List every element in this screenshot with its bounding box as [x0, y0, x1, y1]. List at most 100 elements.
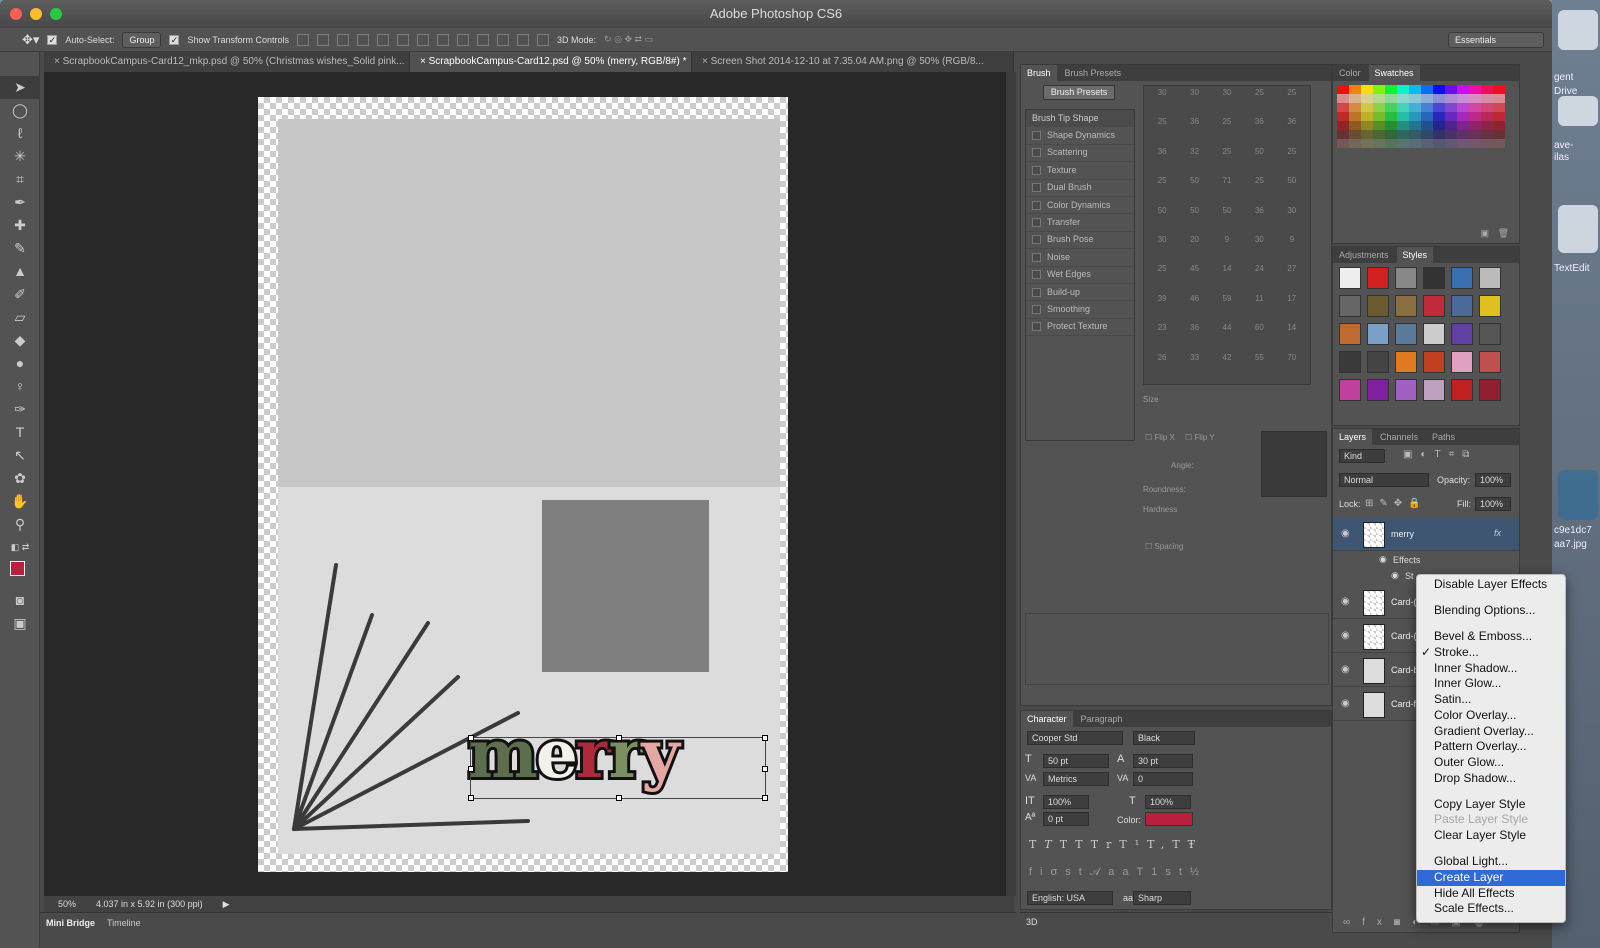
distribute-bottom-icon[interactable] [457, 33, 470, 46]
menu-item-stroke[interactable]: ✓ Stroke... [1417, 645, 1565, 661]
fill-field[interactable]: 100% [1475, 497, 1511, 511]
brush-tip[interactable]: 33 [1178, 353, 1210, 367]
brush-presets-button[interactable]: Brush Presets [1043, 85, 1115, 100]
blur-tool-icon[interactable]: ● [0, 352, 40, 375]
swatch[interactable] [1397, 103, 1409, 112]
effects-eye-icon[interactable]: ◉ [1379, 554, 1387, 565]
brush-option-item[interactable]: Transfer [1026, 214, 1134, 232]
brush-tip[interactable]: 25 [1146, 176, 1178, 190]
brush-tip[interactable]: 36 [1178, 117, 1210, 131]
tab-brush[interactable]: Brush [1021, 65, 1057, 81]
brush-tip[interactable]: 14 [1276, 323, 1308, 337]
swatch[interactable] [1409, 85, 1421, 94]
swatch[interactable] [1481, 139, 1493, 148]
swatch[interactable] [1337, 94, 1349, 103]
swatch[interactable] [1385, 112, 1397, 121]
3d-rotate-icon[interactable]: ↻ ◎ ✥ ⇄ ▭ [604, 34, 653, 45]
brush-tip-grid[interactable]: 30 30 30 25 25 25 36 25 36 36 36 32 25 50 25 25 50 71 2… [1143, 85, 1311, 385]
zoom-level[interactable]: 50% [58, 899, 76, 909]
brush-tip[interactable]: 36 [1243, 117, 1275, 131]
vertical-scale-field[interactable]: 100% [1043, 795, 1089, 809]
style-preset[interactable] [1395, 267, 1417, 289]
swatch[interactable] [1421, 103, 1433, 112]
brush-tip[interactable]: 25 [1146, 117, 1178, 131]
brush-option-checkbox[interactable] [1032, 183, 1041, 193]
swatch[interactable] [1445, 112, 1457, 121]
new-swatch-icon[interactable]: ▣ [1480, 228, 1489, 239]
doc-tab-card12[interactable]: × ScrapbookCampus-Card12.psd @ 50% (merr… [410, 52, 692, 72]
swatch[interactable] [1493, 85, 1505, 94]
transform-handle[interactable] [468, 795, 474, 801]
swatch[interactable] [1469, 121, 1481, 130]
swatch[interactable] [1433, 121, 1445, 130]
mini-bridge-tab[interactable]: Mini Bridge [46, 918, 95, 928]
swatch[interactable] [1409, 130, 1421, 139]
swatch[interactable] [1457, 94, 1469, 103]
swatch[interactable] [1433, 94, 1445, 103]
visibility-eye-icon[interactable]: ◉ [1341, 630, 1350, 641]
foreground-color[interactable] [10, 561, 25, 576]
brush-tip[interactable]: 45 [1178, 264, 1210, 278]
align-middle-icon[interactable] [317, 33, 330, 46]
swatch[interactable] [1409, 139, 1421, 148]
auto-select-dropdown[interactable]: Group [122, 31, 162, 48]
brush-tip[interactable]: 30 [1146, 88, 1178, 102]
swatch[interactable] [1349, 85, 1361, 94]
distribute-right-icon[interactable] [517, 33, 530, 46]
menu-item-copy-style[interactable]: Copy Layer Style [1417, 797, 1565, 813]
opentype-buttons[interactable]: fiσst𝒜aaT1st½ [1029, 866, 1207, 879]
swatch[interactable] [1457, 85, 1469, 94]
menu-item-global-light[interactable]: Global Light... [1417, 854, 1565, 870]
style-preset[interactable] [1479, 351, 1501, 373]
horizontal-scale-field[interactable]: 100% [1145, 795, 1191, 809]
brush-tip[interactable]: 30 [1178, 88, 1210, 102]
menu-item-satin[interactable]: Satin... [1417, 692, 1565, 708]
swatch[interactable] [1373, 85, 1385, 94]
style-preset[interactable] [1451, 323, 1473, 345]
menu-item-disable-effects[interactable]: Disable Layer Effects [1417, 577, 1565, 593]
swatch[interactable] [1493, 139, 1505, 148]
transform-handle[interactable] [468, 766, 474, 772]
kerning-field[interactable]: Metrics [1043, 772, 1109, 786]
brush-option-item[interactable]: Shape Dynamics [1026, 127, 1134, 145]
swatch[interactable] [1481, 85, 1493, 94]
style-preset[interactable] [1367, 351, 1389, 373]
brush-option-item[interactable]: Brush Pose [1026, 232, 1134, 250]
brush-tip[interactable]: 50 [1178, 176, 1210, 190]
tab-color[interactable]: Color [1333, 65, 1367, 81]
menu-item-pattern-overlay[interactable]: Pattern Overlay... [1417, 739, 1565, 755]
brush-tip[interactable]: 30 [1276, 206, 1308, 220]
zoom-tool-icon[interactable]: ⚲ [0, 513, 40, 536]
swatch[interactable] [1337, 130, 1349, 139]
style-preset[interactable] [1451, 267, 1473, 289]
brush-tip[interactable]: 11 [1243, 294, 1275, 308]
desktop-file-icon[interactable] [1558, 96, 1598, 126]
style-preset[interactable] [1479, 267, 1501, 289]
swatch[interactable] [1469, 94, 1481, 103]
swatch[interactable] [1385, 103, 1397, 112]
menu-item-hide-all-effects[interactable]: Hide All Effects [1417, 886, 1565, 902]
brush-option-item[interactable]: Color Dynamics [1026, 197, 1134, 215]
pen-tool-icon[interactable]: ✑ [0, 398, 40, 421]
desktop-app-icon[interactable] [1558, 10, 1598, 50]
show-transform-checkbox[interactable]: ✓ [169, 34, 180, 45]
swatch[interactable] [1469, 85, 1481, 94]
swatch[interactable] [1409, 121, 1421, 130]
style-preset[interactable] [1479, 295, 1501, 317]
swatch[interactable] [1361, 130, 1373, 139]
screen-mode-icon[interactable]: ▣ [0, 612, 40, 635]
style-preset[interactable] [1395, 323, 1417, 345]
swatch[interactable] [1481, 130, 1493, 139]
move-tool-icon[interactable]: ➤ [0, 76, 40, 99]
swatch[interactable] [1361, 85, 1373, 94]
brush-tip[interactable]: 32 [1178, 147, 1210, 161]
swatch[interactable] [1433, 103, 1445, 112]
menu-item-bevel-emboss[interactable]: Bevel & Emboss... [1417, 629, 1565, 645]
swatch[interactable] [1445, 139, 1457, 148]
spacing-checkbox[interactable]: ☐ Spacing [1145, 542, 1183, 551]
style-preset[interactable] [1479, 323, 1501, 345]
brush-option-checkbox[interactable] [1032, 131, 1041, 141]
distribute-left-icon[interactable] [477, 33, 490, 46]
swatch[interactable] [1361, 112, 1373, 121]
flip-x-checkbox[interactable]: ☐ Flip X [1145, 433, 1175, 442]
